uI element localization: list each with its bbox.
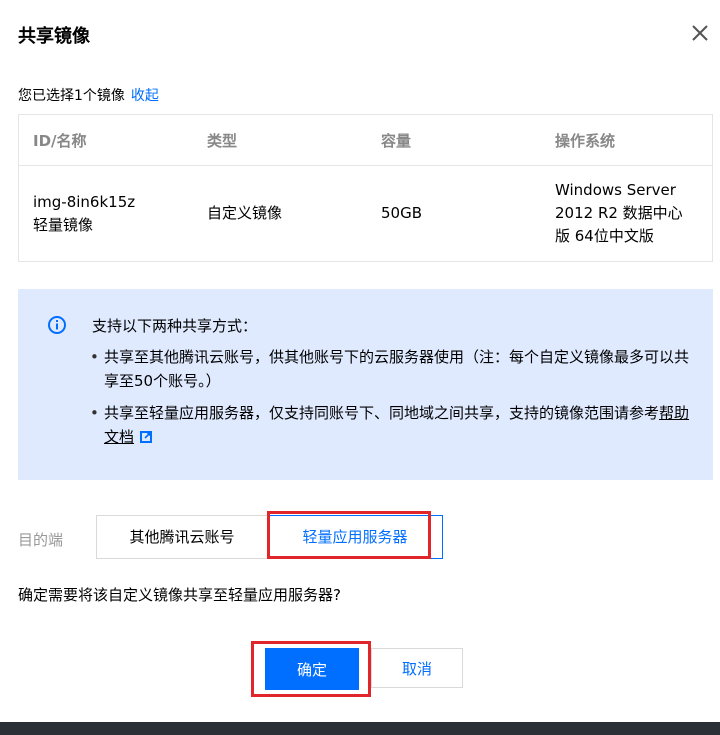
collapse-link[interactable]: 收起	[131, 88, 159, 104]
image-id-cell: img-8in6k15z 轻量镜像	[18, 165, 193, 262]
footer-bar	[0, 722, 720, 735]
confirm-button[interactable]: 确定	[265, 648, 359, 690]
os-line-3: 版 64位中文版	[555, 227, 654, 245]
close-icon[interactable]	[686, 18, 714, 46]
os-line-2: 2012 R2 数据中心	[555, 204, 683, 222]
notice-box: 支持以下两种共享方式： 共享至其他腾讯云账号，供其他账号下的云服务器使用（注：每…	[18, 289, 713, 480]
column-header-size: 容量	[367, 114, 541, 166]
cancel-button[interactable]: 取消	[371, 648, 463, 688]
notice-list: 共享至其他腾讯云账号，供其他账号下的云服务器使用（注：每个自定义镜像最多可以共享…	[90, 345, 690, 457]
destination-selector: 其他腾讯云账号 轻量应用服务器	[96, 515, 443, 559]
confirm-question: 确定需要将该自定义镜像共享至轻量应用服务器?	[18, 586, 341, 604]
info-icon	[48, 316, 66, 334]
column-header-os: 操作系统	[541, 114, 713, 166]
selection-summary: 您已选择1个镜像 收起	[18, 85, 159, 105]
image-name: 轻量镜像	[33, 215, 94, 234]
table-row: img-8in6k15z 轻量镜像 自定义镜像 50GB Windows Ser…	[18, 165, 713, 262]
image-id: img-8in6k15z	[33, 192, 136, 211]
image-size: 50GB	[367, 165, 541, 262]
destination-option-lighthouse[interactable]: 轻量应用服务器	[267, 515, 443, 559]
dialog-title: 共享镜像	[18, 26, 90, 47]
image-type: 自定义镜像	[193, 165, 367, 262]
image-table: ID/名称 类型 容量 操作系统 img-8in6k15z 轻量镜像 自定义镜像…	[18, 114, 713, 262]
image-os-cell: Windows Server 2012 R2 数据中心 版 64位中文版	[541, 165, 713, 262]
selected-count-text: 您已选择1个镜像	[18, 88, 125, 104]
notice-heading: 支持以下两种共享方式：	[92, 317, 258, 335]
column-header-id: ID/名称	[18, 114, 193, 166]
external-link-icon[interactable]	[140, 431, 153, 443]
os-line-1: Windows Server	[555, 181, 676, 199]
notice-item-lighthouse: 共享至轻量应用服务器，仅支持同账号下、同地域之间共享，支持的镜像范围请参考帮助文…	[90, 401, 690, 449]
table-header-row: ID/名称 类型 容量 操作系统	[18, 114, 713, 166]
notice-item-account: 共享至其他腾讯云账号，供其他账号下的云服务器使用（注：每个自定义镜像最多可以共享…	[90, 345, 690, 393]
destination-option-other-account[interactable]: 其他腾讯云账号	[96, 515, 268, 559]
notice-item-lighthouse-text: 共享至轻量应用服务器，仅支持同账号下、同地域之间共享，支持的镜像范围请参考	[104, 404, 660, 422]
destination-label: 目的端	[18, 531, 64, 549]
column-header-type: 类型	[193, 114, 367, 166]
